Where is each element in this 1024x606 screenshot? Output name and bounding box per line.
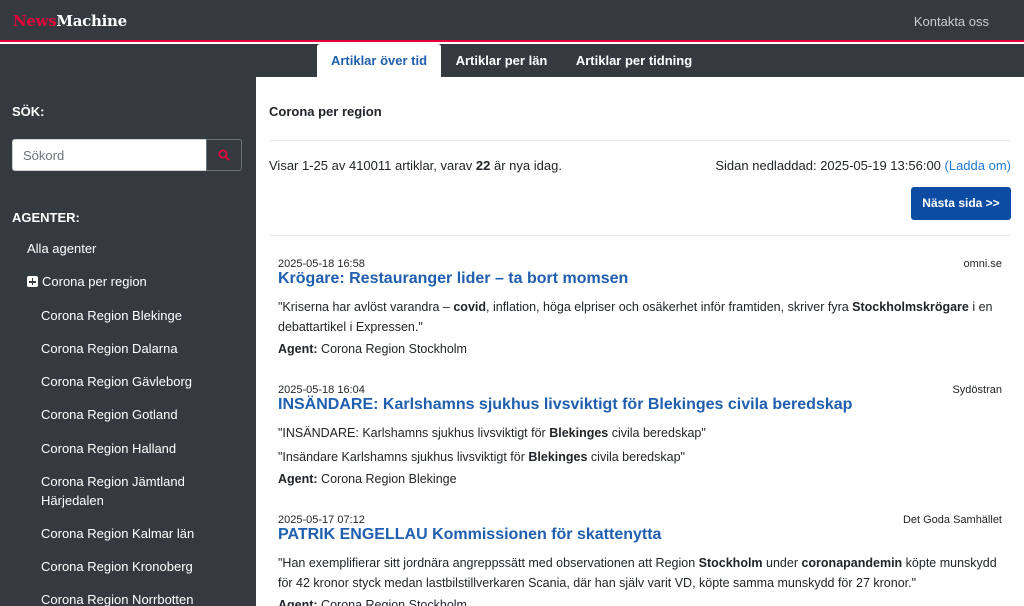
article-agent: Agent: Corona Region Stockholm (278, 598, 467, 606)
excerpt-text: civila beredskap" (608, 426, 706, 440)
next-page-button[interactable]: Nästa sida >> (911, 187, 1011, 220)
page-title: Corona per region (269, 104, 382, 119)
article-source: Det Goda Samhället (902, 514, 1002, 526)
brand-logo-part1: News (13, 12, 57, 30)
main-content: Corona per region Visar 1-25 av 410011 a… (256, 77, 1024, 606)
agent-item-gavleborg[interactable]: Corona Region Gävleborg (41, 372, 192, 391)
search-input[interactable] (12, 139, 207, 171)
excerpt-text: "Insändare Karlshamns sjukhus livsviktig… (278, 450, 529, 464)
search-heading: SÖK: (12, 104, 45, 119)
tab-articles-per-county[interactable]: Artiklar per län (445, 44, 558, 77)
agent-item-halland[interactable]: Corona Region Halland (41, 439, 176, 458)
brand-logo-part2: Machine (56, 12, 127, 30)
agent-group-label: Corona per region (42, 274, 147, 289)
highlight-term: Stockholmskrögare (852, 300, 969, 314)
agents-heading: AGENTER: (12, 210, 80, 225)
excerpt-text: under (762, 556, 802, 570)
results-summary-suffix: är nya idag. (490, 158, 562, 173)
excerpt-text: "Han exemplifierar sitt jordnära angrepp… (278, 556, 699, 570)
contact-link[interactable]: Kontakta oss (914, 14, 989, 29)
article-date: 2025-05-18 16:04 (278, 384, 365, 396)
results-summary: Visar 1-25 av 410011 artiklar, varav 22 … (269, 158, 562, 173)
agent-label: Agent: (278, 342, 318, 356)
tab-articles-over-time[interactable]: Artiklar över tid (317, 44, 441, 77)
article-excerpt: "INSÄNDARE: Karlshamns sjukhus livsvikti… (278, 423, 1002, 443)
article-title-link[interactable]: INSÄNDARE: Karlshamns sjukhus livsviktig… (278, 396, 852, 414)
article-source: Sydöstran (952, 384, 1002, 396)
article-date: 2025-05-17 07:12 (278, 514, 365, 526)
highlight-term: coronapandemin (801, 556, 903, 570)
brand-logo[interactable]: NewsMachine (13, 12, 127, 30)
article-excerpt: "Han exemplifierar sitt jordnära angrepp… (278, 553, 1002, 593)
excerpt-text: "Kriserna har avlöst varandra – (278, 300, 454, 314)
sidebar: SÖK: AGENTER: Alla agenter Corona per re… (0, 77, 256, 606)
article-excerpt: "Insändare Karlshamns sjukhus livsviktig… (278, 447, 1002, 467)
reload-link[interactable]: (Ladda om) (945, 158, 1011, 173)
article-date: 2025-05-18 16:58 (278, 258, 365, 270)
article-title-link[interactable]: PATRIK ENGELLAU Kommissionen för skatten… (278, 526, 661, 544)
plus-square-icon (27, 276, 38, 287)
agent-label: Agent: (278, 472, 318, 486)
article-agent: Agent: Corona Region Blekinge (278, 472, 457, 486)
tab-articles-per-newspaper[interactable]: Artiklar per tidning (565, 44, 703, 77)
loaded-timestamp: Sidan nedladdad: 2025-05-19 13:56:00 (715, 158, 945, 173)
agent-item-dalarna[interactable]: Corona Region Dalarna (41, 339, 178, 358)
agent-group-corona-per-region[interactable]: Corona per region (27, 272, 147, 291)
page-loaded-info: Sidan nedladdad: 2025-05-19 13:56:00 (La… (715, 158, 1011, 173)
agent-item-kalmar[interactable]: Corona Region Kalmar län (41, 524, 194, 543)
article-title-link[interactable]: Krögare: Restauranger lider – ta bort mo… (278, 270, 628, 288)
agent-value: Corona Region Stockholm (317, 598, 467, 606)
top-navbar: NewsMachine Kontakta oss (0, 0, 1024, 42)
divider (269, 235, 1011, 236)
search-button[interactable] (206, 139, 242, 171)
highlight-term: Stockholm (698, 556, 763, 570)
agent-value: Corona Region Stockholm (317, 342, 467, 356)
search-icon (218, 149, 230, 161)
tab-bar: Artiklar över tid Artiklar per län Artik… (0, 44, 1024, 77)
divider (269, 140, 1011, 141)
agent-item-norrbotten[interactable]: Corona Region Norrbotten (41, 590, 193, 606)
excerpt-text: "INSÄNDARE: Karlshamns sjukhus livsvikti… (278, 426, 550, 440)
agent-value: Corona Region Blekinge (317, 472, 457, 486)
agent-item-kronoberg[interactable]: Corona Region Kronoberg (41, 557, 193, 576)
agent-item-gotland[interactable]: Corona Region Gotland (41, 405, 178, 424)
article-agent: Agent: Corona Region Stockholm (278, 342, 467, 356)
agent-item-blekinge[interactable]: Corona Region Blekinge (41, 306, 182, 325)
article-source: omni.se (963, 258, 1002, 270)
highlight-term: Blekinges (549, 426, 609, 440)
results-summary-prefix: Visar 1-25 av 410011 artiklar, varav (269, 158, 476, 173)
search-group (12, 139, 242, 171)
agent-item-jamtland-line1: Corona Region Jämtland (41, 474, 185, 489)
agent-all[interactable]: Alla agenter (27, 239, 96, 258)
highlight-term: Blekinges (528, 450, 588, 464)
highlight-term: covid (453, 300, 487, 314)
agent-item-jamtland-line2: Härjedalen (41, 493, 104, 508)
agent-label: Agent: (278, 598, 318, 606)
excerpt-text: , inflation, höga elpriser och osäkerhet… (486, 300, 853, 314)
excerpt-text: civila beredskap" (587, 450, 685, 464)
article-excerpt: "Kriserna har avlöst varandra – covid, i… (278, 297, 1002, 337)
agent-item-jamtland[interactable]: Corona Region Jämtland Härjedalen (41, 472, 185, 510)
new-today-count: 22 (475, 158, 491, 173)
